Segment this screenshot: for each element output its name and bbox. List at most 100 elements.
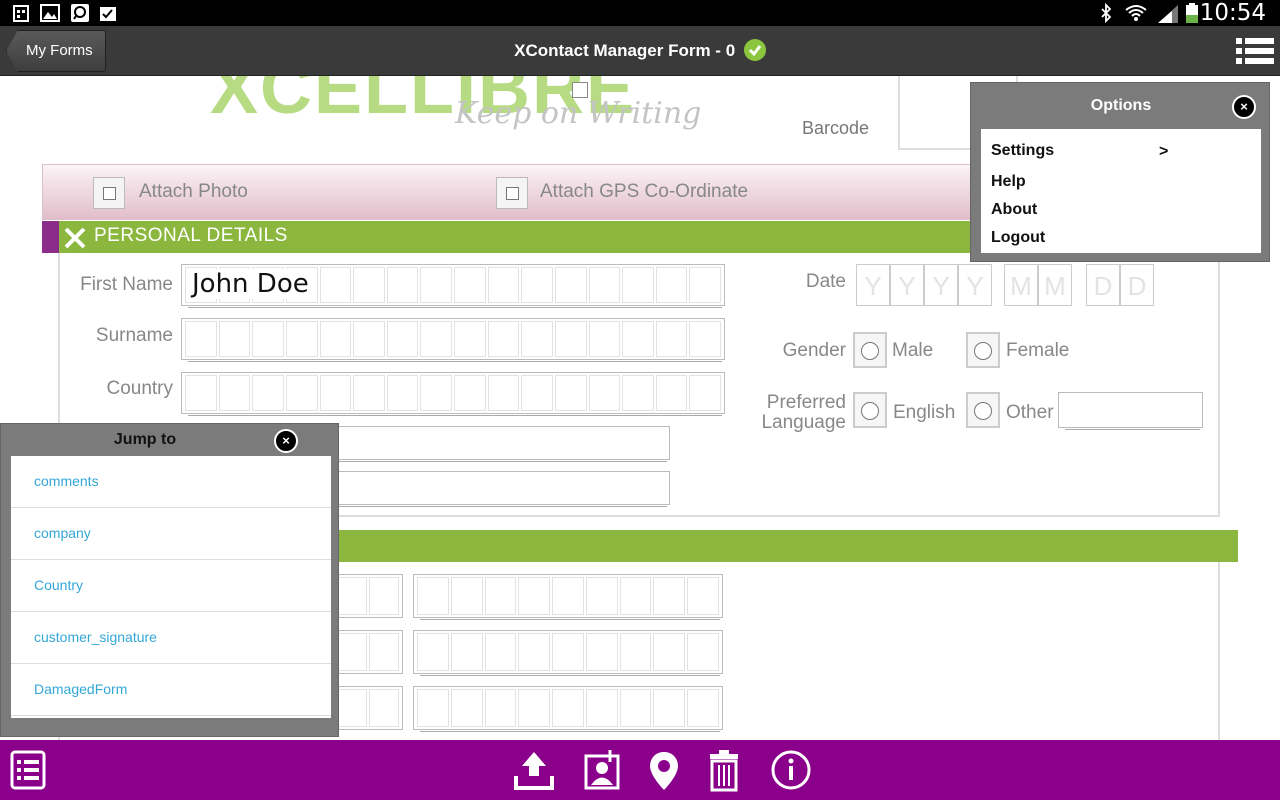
jump-item-label: DamagedForm — [34, 681, 128, 697]
date-day-cell: D — [1120, 264, 1154, 306]
field-underline — [188, 306, 722, 308]
radio-circle-icon — [974, 402, 992, 420]
options-close-button[interactable]: × — [1232, 95, 1256, 119]
field-underline — [420, 618, 720, 620]
calendar-notification-icon — [13, 5, 29, 22]
jump-to-close-button[interactable]: × — [274, 429, 298, 453]
jump-item-company[interactable]: company — [11, 508, 331, 560]
bottom-toolbar — [0, 740, 1280, 800]
cell-grid — [184, 375, 722, 411]
date-year-cell: Y — [958, 264, 992, 306]
bluetooth-icon — [1101, 3, 1112, 23]
options-item-about[interactable]: About — [991, 201, 1037, 219]
cell-grid — [184, 321, 722, 357]
attach-gps-checkbox[interactable] — [496, 177, 528, 209]
date-label: Date — [805, 271, 846, 292]
first-name-value: John Doe — [192, 269, 317, 299]
action-bar: XContact Manager Form - 0 My Forms — [0, 26, 1280, 76]
radio-circle-icon — [861, 402, 879, 420]
options-list: Settings > Help About Logout — [981, 129, 1261, 253]
attach-contact-icon[interactable] — [580, 748, 624, 792]
jump-item-comments[interactable]: comments — [11, 456, 331, 508]
gender-male-label: Male — [892, 340, 934, 361]
attach-photo-checkbox[interactable] — [93, 177, 125, 209]
my-forms-back-button[interactable]: My Forms — [6, 30, 106, 72]
clipboard-check-icon — [100, 7, 116, 21]
options-item-help[interactable]: Help — [991, 173, 1026, 191]
language-english-label: English — [893, 402, 956, 423]
check-circle-icon — [743, 39, 766, 61]
gender-female-radio[interactable] — [966, 332, 1000, 368]
trash-icon[interactable] — [702, 748, 746, 792]
jump-item-country[interactable]: Country — [11, 560, 331, 612]
status-bar: 10:54 — [0, 0, 1280, 26]
cell-grid — [416, 633, 720, 671]
date-year-cell: Y — [924, 264, 958, 306]
section-2-field-b3[interactable] — [413, 686, 723, 732]
date-year-cell: Y — [890, 264, 924, 306]
settings-submenu-arrow: > — [1159, 143, 1169, 160]
first-name-field[interactable]: John Doe — [181, 264, 725, 308]
list-icon[interactable] — [6, 748, 50, 792]
cell-grid — [416, 689, 720, 727]
section-2-field-b2[interactable] — [413, 630, 723, 676]
sync-notification-icon — [71, 4, 89, 22]
brand-tagline: Keep on Writing — [455, 96, 702, 131]
jump-item-damagedform[interactable]: DamagedForm — [11, 664, 331, 716]
upload-icon[interactable] — [512, 748, 556, 792]
jump-to-popup: Jump to × comments company Country custo… — [0, 423, 339, 737]
x-brand-icon — [64, 227, 86, 249]
jump-item-label: company — [34, 525, 91, 541]
info-icon[interactable] — [769, 748, 813, 792]
date-day-cell: D — [1086, 264, 1120, 306]
status-clock: 10:54 — [1199, 0, 1266, 26]
country-label: Country — [106, 378, 173, 399]
jump-item-label: Country — [34, 577, 84, 593]
form-title: XContact Manager Form - 0 — [514, 41, 736, 60]
barcode-label: Barcode — [802, 118, 870, 138]
jump-item-label: comments — [34, 473, 99, 489]
surname-field[interactable] — [181, 318, 725, 362]
options-item-logout[interactable]: Logout — [991, 229, 1045, 247]
section-accent — [42, 221, 59, 253]
radio-circle-icon — [974, 342, 992, 360]
date-month-cell: M — [1004, 264, 1038, 306]
battery-icon — [1186, 3, 1198, 23]
jump-item-customer-signature[interactable]: customer_signature — [11, 612, 331, 664]
form-title-wrap: XContact Manager Form - 0 — [0, 26, 1280, 76]
gender-female-label: Female — [1006, 340, 1070, 361]
jump-to-list: comments company Country customer_signat… — [11, 456, 331, 718]
checkbox-square-icon — [506, 187, 519, 200]
field-underline — [188, 414, 722, 416]
gender-label: Gender — [782, 340, 846, 361]
field-underline — [1065, 428, 1200, 430]
cell-grid — [416, 577, 720, 615]
personal-details-title: PERSONAL DETAILS — [94, 225, 288, 246]
overflow-menu-icon[interactable] — [1236, 36, 1274, 66]
attach-photo-label: Attach Photo — [139, 181, 248, 202]
signal-icon — [1158, 5, 1178, 23]
date-month-cell: M — [1038, 264, 1072, 306]
language-english-radio[interactable] — [853, 392, 887, 428]
checkbox-square-icon — [103, 187, 116, 200]
field-underline — [420, 674, 720, 676]
preferred-language-label-1: Preferred — [766, 392, 846, 413]
image-notification-icon — [40, 4, 60, 22]
country-field[interactable] — [181, 372, 725, 416]
location-pin-icon[interactable] — [642, 748, 686, 792]
jump-to-title: Jump to — [113, 431, 177, 448]
logo-checkbox[interactable] — [572, 82, 588, 98]
field-underline — [188, 360, 722, 362]
gender-male-radio[interactable] — [853, 332, 887, 368]
language-other-field[interactable] — [1058, 392, 1203, 430]
radio-circle-icon — [861, 342, 879, 360]
language-other-radio[interactable] — [966, 392, 1000, 428]
attach-gps-label: Attach GPS Co-Ordinate — [540, 181, 749, 202]
options-title: Options — [1090, 97, 1152, 114]
section-2-field-b1[interactable] — [413, 574, 723, 620]
first-name-label: First Name — [80, 274, 173, 295]
jump-item-label: customer_signature — [34, 629, 157, 645]
options-popup: Options × Settings > Help About Logout — [970, 82, 1270, 262]
preferred-language-label-2: Language — [761, 412, 846, 433]
options-item-settings[interactable]: Settings — [991, 142, 1054, 160]
